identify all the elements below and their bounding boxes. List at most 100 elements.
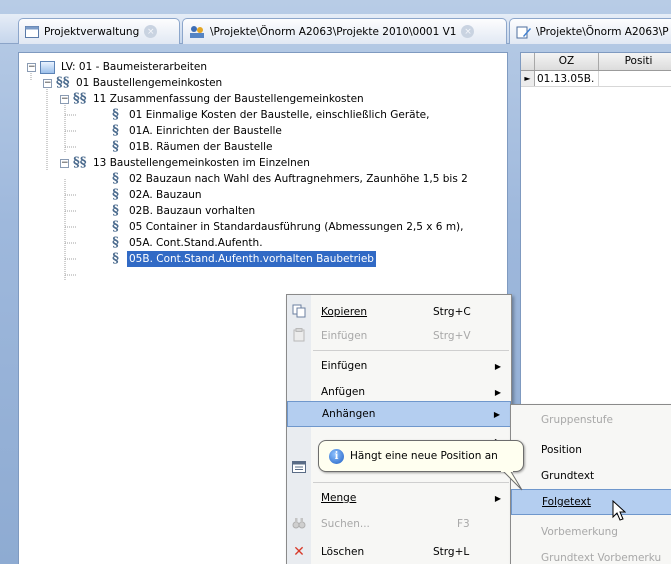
tab-projektverwaltung[interactable]: Projektverwaltung × <box>18 18 180 44</box>
mouse-cursor-icon <box>612 500 626 521</box>
menu-item-suchen[interactable]: Suchen... F3 <box>287 511 511 537</box>
tooltip-text: Hängt eine neue Position an <box>350 450 498 462</box>
tree-node-label: 05B. Cont.Stand.Aufenth.vorhalten Baubet… <box>127 251 376 267</box>
tree-node-label: 01A. Einrichten der Baustelle <box>129 125 282 137</box>
menu-shortcut: Strg+V <box>433 330 471 342</box>
menu-item-menge[interactable]: Menge ▶ <box>287 485 511 511</box>
close-icon[interactable]: × <box>461 25 475 38</box>
tree-node-position[interactable]: § 01 Einmalige Kosten der Baustelle, ein… <box>109 107 431 123</box>
section-icon: §§ <box>56 75 70 90</box>
paragraph-star-icon: § <box>112 107 119 122</box>
submenu-arrow-icon: ▶ <box>494 387 501 397</box>
tree-node-position[interactable]: § 01A. Einrichten der Baustelle <box>109 123 284 139</box>
tree-node-position[interactable]: § 02 Bauzaun nach Wahl des Auftragnehmer… <box>109 171 470 187</box>
info-icon: i <box>329 448 344 464</box>
tree-node-label: 11 Zusammenfassung der Baustellengemeink… <box>93 93 364 105</box>
menu-label: Anhängen <box>322 408 376 420</box>
submenu-item-folgetext[interactable]: Folgetext <box>511 489 671 515</box>
lv-icon <box>40 60 55 74</box>
document-edit-icon <box>516 26 531 38</box>
tree-node-label: 05A. Cont.Stand.Aufenth. <box>129 237 263 249</box>
submenu-item-grundtext[interactable]: Grundtext <box>511 463 671 489</box>
row-marker-icon: ► <box>521 71 535 86</box>
menu-label: Löschen <box>321 546 365 558</box>
document-tab-icon <box>25 25 39 38</box>
submenu-item-grundtext-vorbemerkung[interactable]: Grundtext Vorbemerku <box>511 545 671 564</box>
tree-node-label: 05 Container in Standardausführung (Abme… <box>129 221 464 233</box>
tree-node-section[interactable]: − §§ 11 Zusammenfassung der Baustellenge… <box>60 91 366 107</box>
section-icon: §§ <box>73 91 87 106</box>
submenu-arrow-icon: ▶ <box>493 409 500 419</box>
collapse-icon[interactable]: − <box>60 94 69 104</box>
tree-node-position[interactable]: § 02A. Bauzaun <box>109 187 204 203</box>
cell-oz[interactable]: 01.13.05B. <box>535 71 599 86</box>
folder-users-icon <box>190 25 204 38</box>
menu-item-loeschen[interactable]: ✕ Löschen Strg+L <box>287 539 511 564</box>
menu-label: Position <box>541 444 582 456</box>
submenu-arrow-icon: ▶ <box>494 361 501 371</box>
paragraph-star-icon: § <box>112 171 119 186</box>
paste-icon <box>287 327 311 345</box>
paragraph-icon: § <box>112 187 119 202</box>
tree-node-position[interactable]: § 02B. Bauzaun vorhalten <box>109 203 257 219</box>
grid-corner <box>521 53 535 70</box>
menu-item-anhaengen[interactable]: Anhängen ▶ <box>287 401 511 427</box>
menu-label: Suchen... <box>321 518 370 530</box>
paragraph-star-icon: § <box>112 219 119 234</box>
tree-node-label: LV: 01 - Baumeisterarbeiten <box>61 61 208 73</box>
paragraph-icon: § <box>112 251 119 266</box>
menu-label: Folgetext <box>542 496 591 508</box>
menu-shortcut: Strg+C <box>433 306 471 318</box>
collapse-icon[interactable]: − <box>60 158 69 168</box>
menu-item-einfuegen-disabled[interactable]: Einfügen Strg+V <box>287 323 511 349</box>
tree-node-label: 01B. Räumen der Baustelle <box>129 141 273 153</box>
tree-node-label: 02A. Bauzaun <box>129 189 202 201</box>
paragraph-icon: § <box>112 123 119 138</box>
tab-bar: Projektverwaltung × \Projekte\Önorm A206… <box>0 14 671 44</box>
menu-label: Kopieren <box>321 306 368 318</box>
tab-project-v1[interactable]: \Projekte\Önorm A2063\Projekte 2010\0001… <box>182 18 507 44</box>
paragraph-icon: § <box>112 139 119 154</box>
copy-icon <box>287 304 311 321</box>
submenu-arrow-icon: ▶ <box>494 493 501 503</box>
menu-separator <box>313 482 509 483</box>
column-header-position[interactable]: Positi <box>599 53 671 70</box>
menu-shortcut: Strg+L <box>433 546 470 558</box>
menu-item-kopieren[interactable]: Kopieren Strg+C <box>287 299 511 325</box>
submenu-item-gruppenstufe[interactable]: Gruppenstufe <box>511 407 671 433</box>
tree-node-label: 13 Baustellengemeinkosten im Einzelnen <box>93 157 310 169</box>
tree-node-section[interactable]: − §§ 01 Baustellengemeinkosten <box>43 75 224 91</box>
menu-shortcut: F3 <box>457 518 470 530</box>
tree-node-label: 01 Baustellengemeinkosten <box>76 77 223 89</box>
binoculars-icon <box>287 517 311 532</box>
section-icon: §§ <box>73 155 87 170</box>
tree-node-lv[interactable]: − LV: 01 - Baumeisterarbeiten <box>27 59 209 75</box>
tree-node-position-selected[interactable]: § 05B. Cont.Stand.Aufenth.vorhalten Baub… <box>109 251 376 267</box>
tree-node-label: 01 Einmalige Kosten der Baustelle, einsc… <box>129 109 430 121</box>
close-icon[interactable]: × <box>144 25 158 38</box>
tree-node-position[interactable]: § 05A. Cont.Stand.Aufenth. <box>109 235 265 251</box>
window-icon <box>287 460 311 476</box>
paragraph-icon: § <box>112 235 119 250</box>
menu-item-einfuegen-submenu[interactable]: Einfügen ▶ <box>287 353 511 379</box>
submenu-item-position[interactable]: Position <box>511 437 671 463</box>
submenu-item-vorbemerkung[interactable]: Vorbemerkung <box>511 519 671 545</box>
menu-label: Vorbemerkung <box>541 526 618 538</box>
tab-label: \Projekte\Önorm A2063\Projekte 2010\0001… <box>210 25 457 38</box>
tab-label: \Projekte\Önorm A2063\P <box>536 25 669 38</box>
collapse-icon[interactable]: − <box>27 62 36 72</box>
table-row[interactable]: ► 01.13.05B. <box>521 71 671 87</box>
tree-node-label: 02B. Bauzaun vorhalten <box>129 205 256 217</box>
tab-label: Projektverwaltung <box>44 25 140 38</box>
collapse-icon[interactable]: − <box>43 78 52 88</box>
column-header-oz[interactable]: OZ <box>535 53 599 70</box>
tab-project-current[interactable]: \Projekte\Önorm A2063\P <box>509 18 671 44</box>
menu-label: Grundtext <box>541 470 595 482</box>
tooltip: i Hängt eine neue Position an <box>318 440 524 472</box>
tree-node-position[interactable]: § 05 Container in Standardausführung (Ab… <box>109 219 466 235</box>
menu-separator <box>313 350 509 351</box>
delete-icon: ✕ <box>293 544 305 560</box>
tree-node-section[interactable]: − §§ 13 Baustellengemeinkosten im Einzel… <box>60 155 312 171</box>
menu-label: Einfügen <box>321 330 368 342</box>
tree-node-position[interactable]: § 01B. Räumen der Baustelle <box>109 139 275 155</box>
